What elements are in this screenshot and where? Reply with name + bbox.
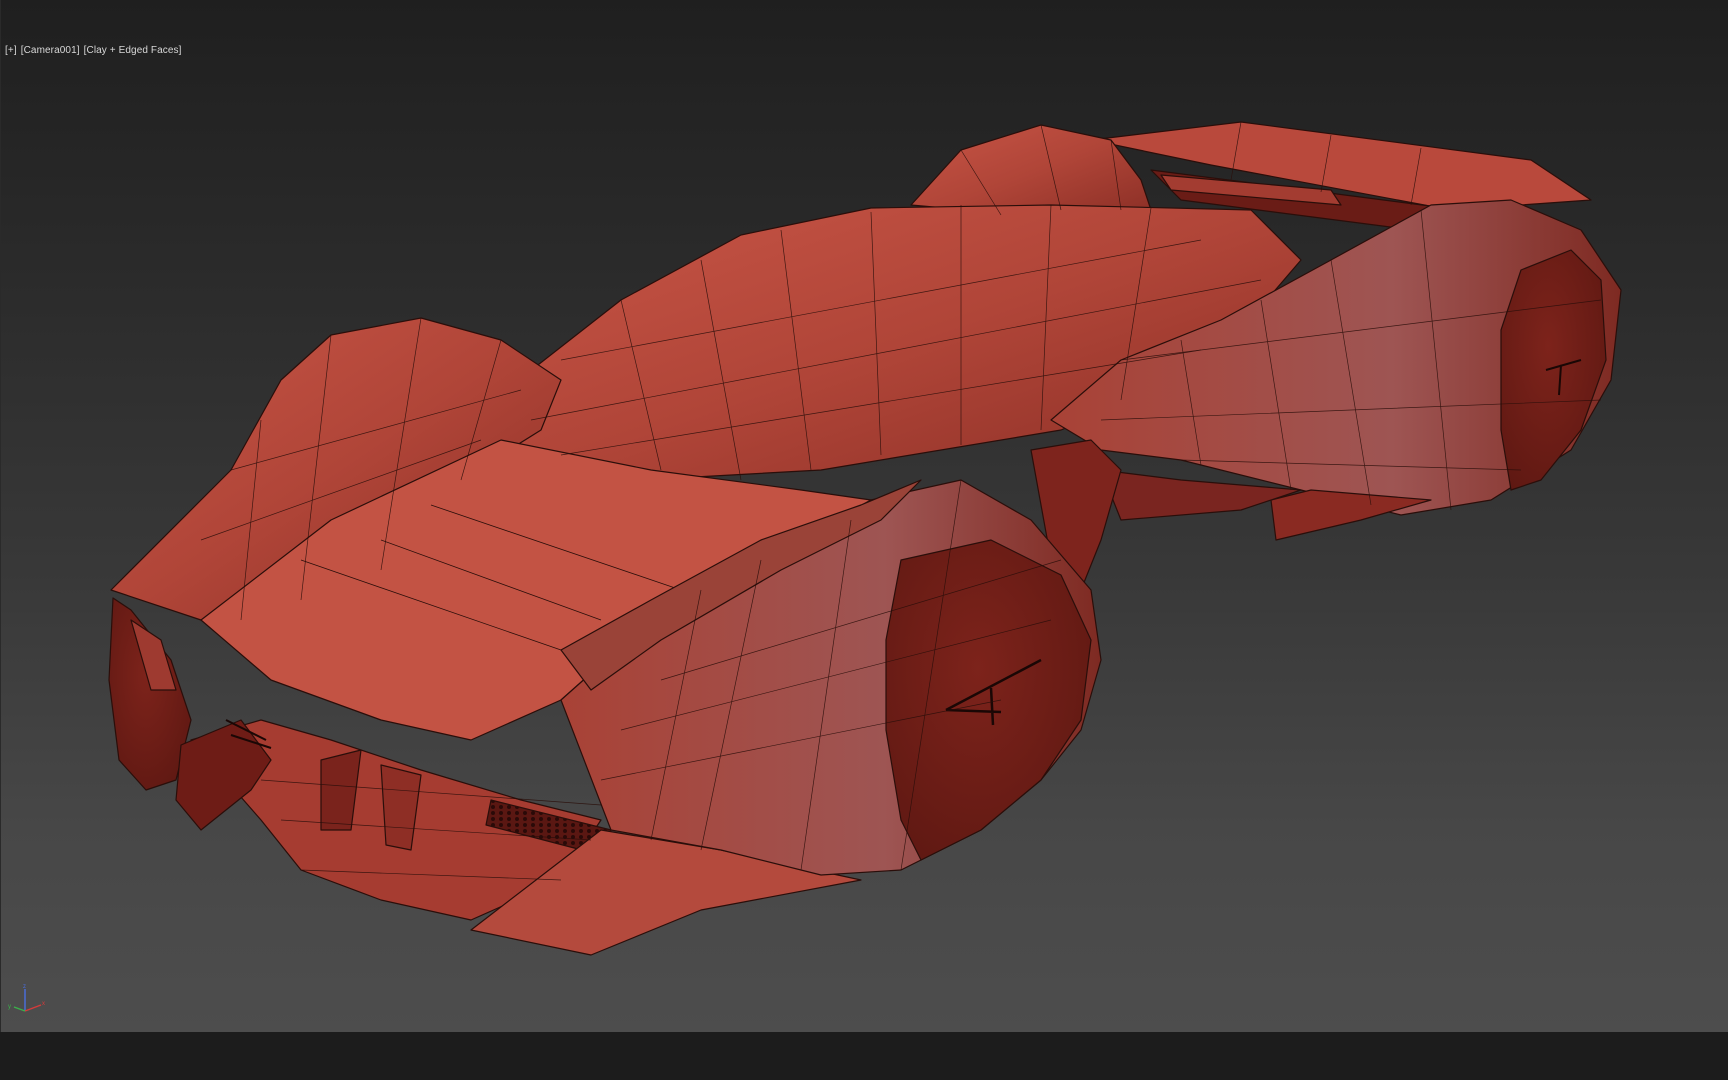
camera-viewport[interactable]: [+] [Camera001] [Clay + Edged Faces] z x… [0,0,1728,1032]
bottom-bar [0,1032,1728,1080]
y-axis-icon [13,1006,26,1012]
svg-text:x: x [42,1001,45,1007]
viewport-shading-menu[interactable]: [Clay + Edged Faces] [84,45,182,56]
x-axis-icon [24,1004,42,1012]
front-left-face [108,597,192,791]
viewport-menu-toggle[interactable]: [+] [5,45,17,56]
rear-fin [1270,489,1432,541]
viewport-label: [+] [Camera001] [Clay + Edged Faces] [5,45,182,56]
svg-text:y: y [8,1004,11,1010]
front-right-pod-face [885,539,1092,861]
viewport-camera-menu[interactable]: [Camera001] [21,45,80,56]
axis-gizmo-icon: z x y [8,984,45,1012]
car-clay-model [108,121,1622,956]
svg-text:z: z [23,984,26,990]
app-window: [+] [Camera001] [Clay + Edged Faces] z x… [0,0,1728,1080]
rear-right-pod-face [1500,249,1607,491]
